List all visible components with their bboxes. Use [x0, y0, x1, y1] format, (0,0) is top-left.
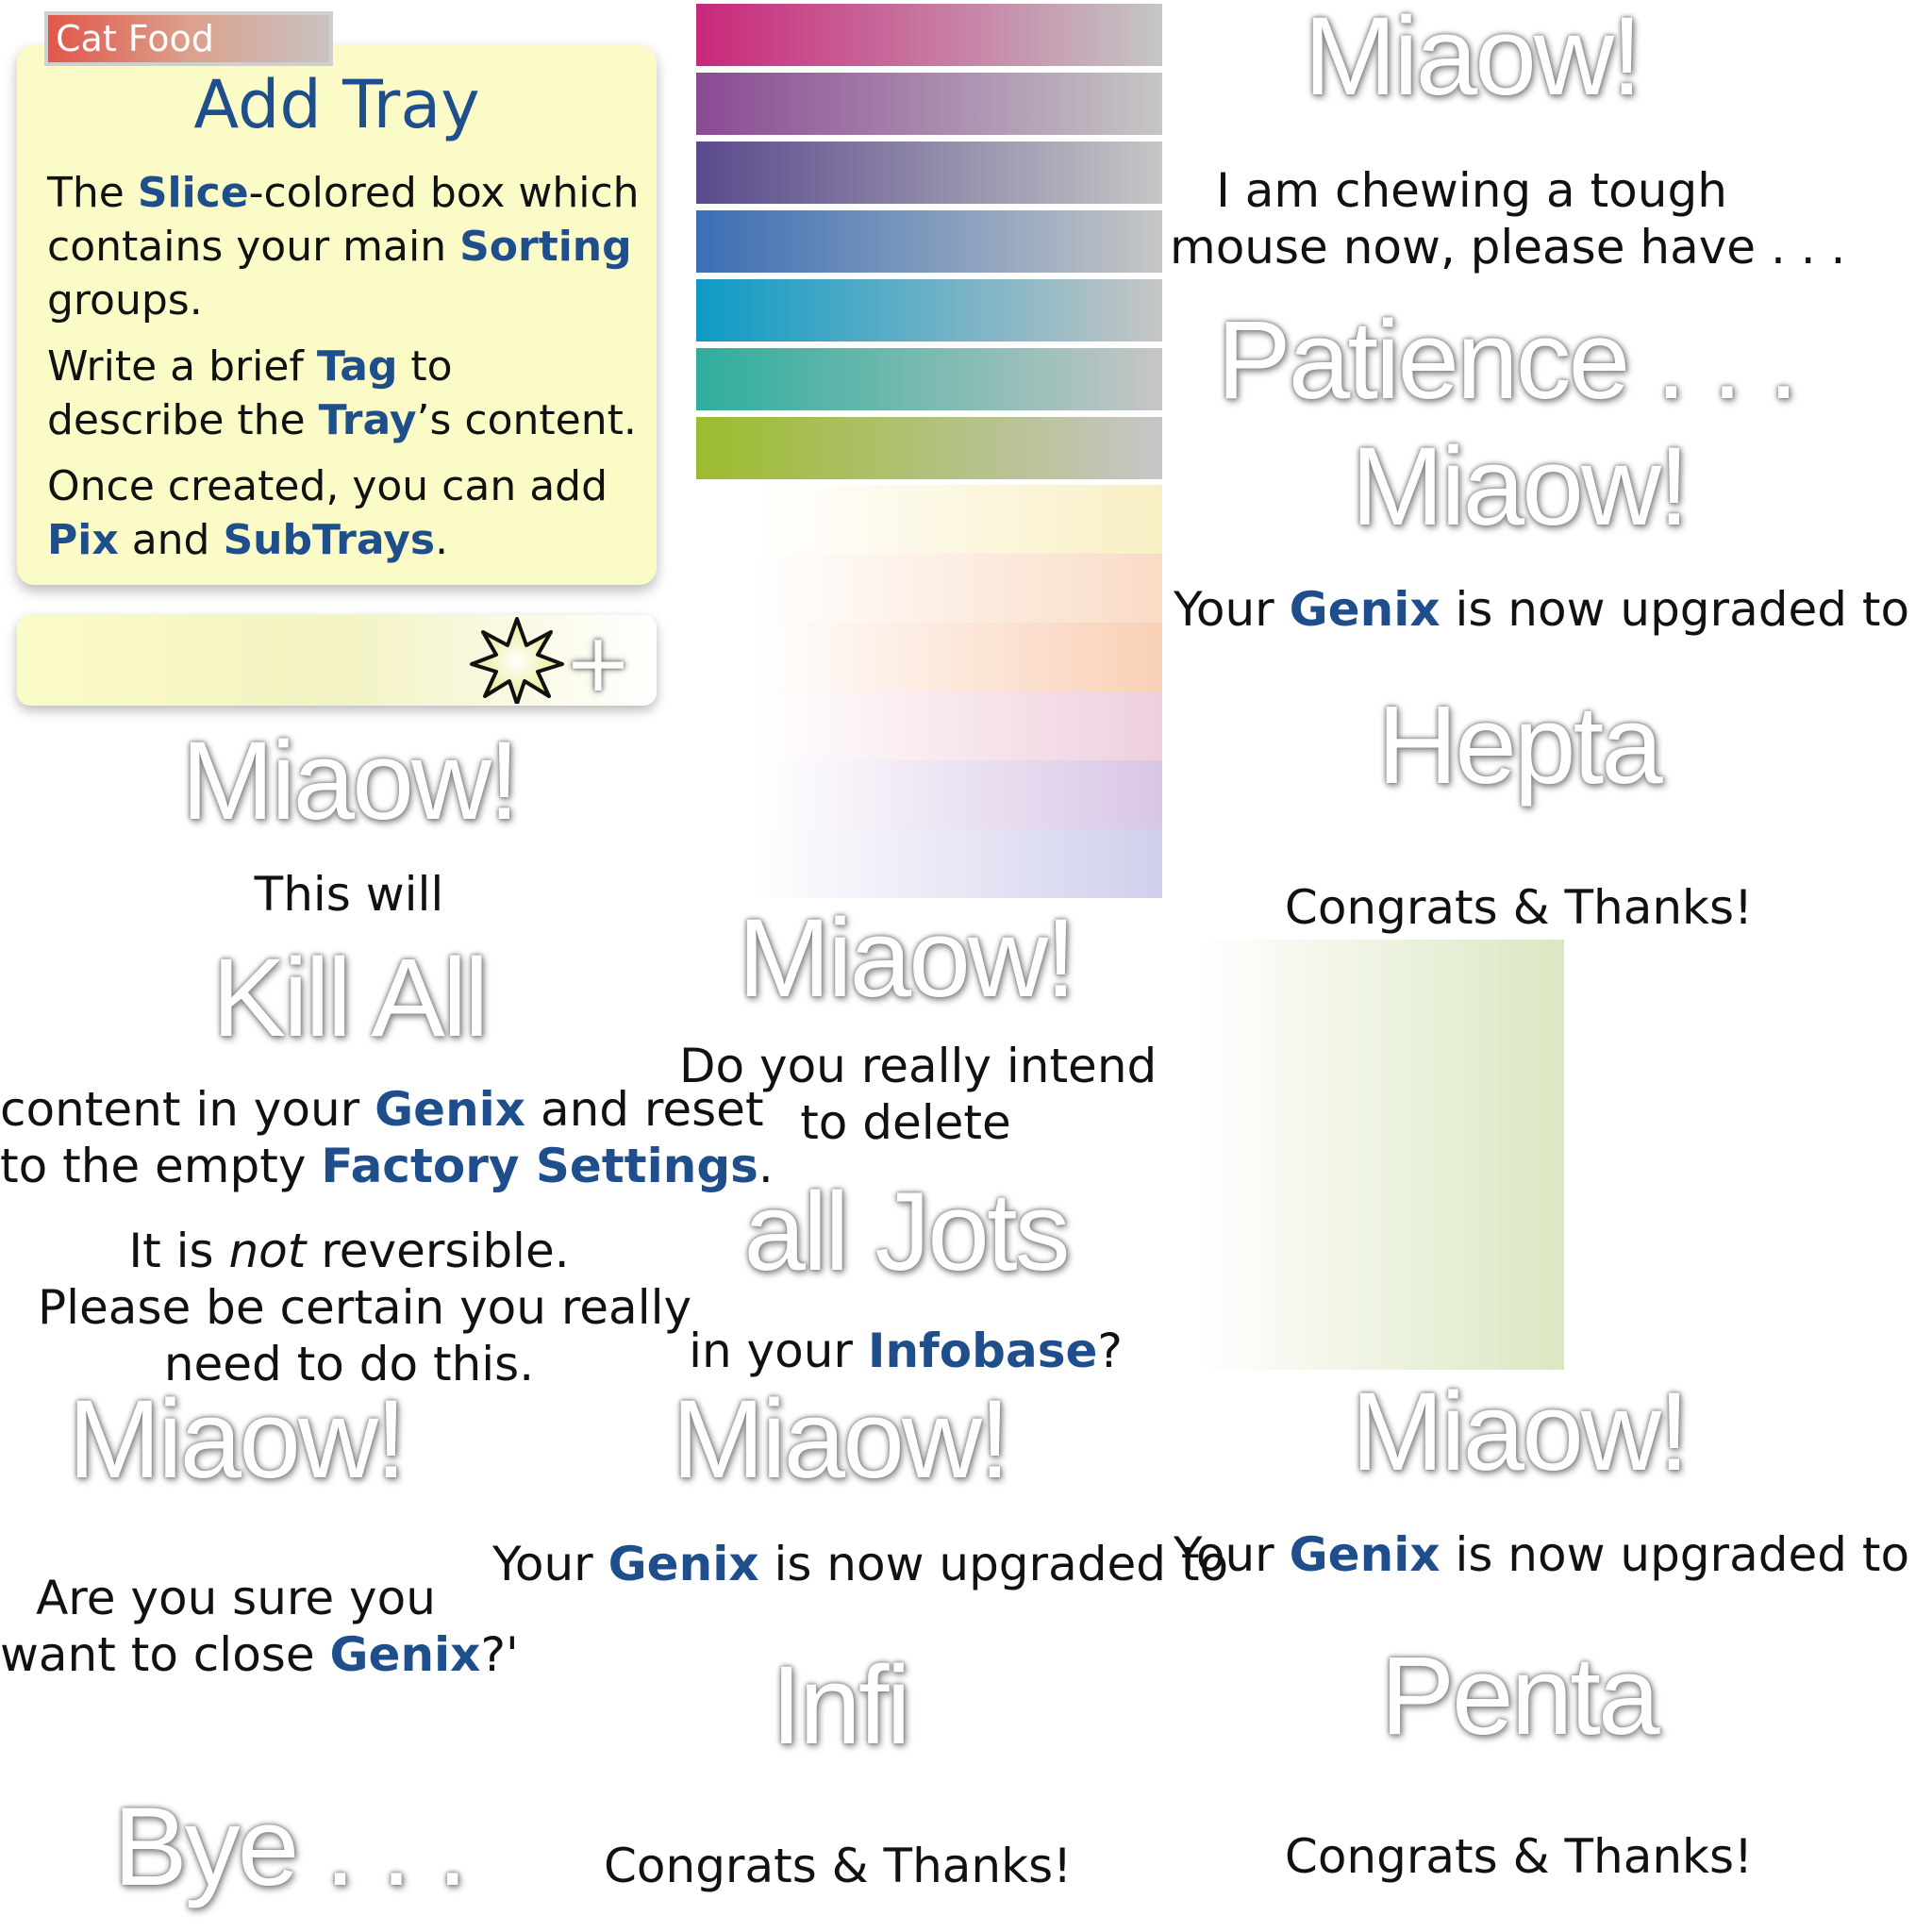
kill-line-2: to the empty Factory Settings. [0, 1138, 774, 1194]
color-swatch [696, 4, 1162, 66]
add-tray-tooltip: Add Tray The Slice-colored box which con… [17, 45, 657, 585]
text: Once created, you can add [47, 462, 608, 510]
text: reversible. [306, 1224, 570, 1278]
text: ’s content. [416, 396, 637, 444]
miaow-banner: Miaow! [1351, 1370, 1690, 1494]
pastel-swatch [755, 485, 1162, 554]
text: in your [689, 1324, 868, 1378]
infi-banner: Infi [771, 1643, 910, 1768]
color-swatch [696, 279, 1162, 341]
text: want to close [0, 1627, 330, 1682]
text: is now upgraded to [1440, 582, 1910, 637]
miaow-banner: Miaow! [738, 896, 1076, 1021]
keyword-pix: Pix [47, 516, 119, 564]
category-tag: Cat Food [44, 11, 333, 66]
text: is now upgraded to [758, 1537, 1229, 1591]
kill-line-1: content in your Genix and reset [0, 1081, 764, 1138]
color-swatch [696, 73, 1162, 135]
patience-banner: Patience . . . [1217, 298, 1799, 423]
keyword-tag: Tag [316, 342, 398, 391]
miaow-banner: Miaow! [1304, 0, 1642, 119]
kill-line-4: Please be certain you really [38, 1280, 692, 1335]
text: ?' [480, 1627, 519, 1682]
bye-line-2: want to close Genix?' [0, 1626, 519, 1683]
keyword-genix: Genix [375, 1082, 526, 1137]
pastel-swatch [755, 829, 1162, 898]
keyword-genix: Genix [329, 1627, 481, 1682]
kill-line-3: It is not reversible. [38, 1223, 660, 1279]
congrats-text: Congrats & Thanks! [1284, 880, 1754, 935]
text: Your [1174, 582, 1290, 637]
kill-intro: This will [254, 867, 444, 922]
keyword-genix: Genix [1289, 1527, 1441, 1582]
keyword-subtrays: SubTrays [223, 516, 436, 564]
tooltip-paragraph-3: Once created, you can add Pix and SubTra… [47, 459, 641, 567]
text: ? [1097, 1324, 1123, 1378]
tooltip-title: Add Tray [193, 66, 480, 143]
keyword-genix: Genix [1289, 582, 1441, 637]
tooltip-paragraph-1: The Slice-colored box which contains you… [47, 166, 641, 327]
keyword-sorting: Sorting [459, 223, 632, 271]
jots-line-1: Do you really intend [679, 1039, 1158, 1093]
text: content in your [0, 1082, 375, 1137]
keyword-tray: Tray [318, 396, 417, 444]
text: . [435, 516, 449, 564]
tooltip-body: The Slice-colored box which contains you… [47, 166, 641, 579]
pastel-swatch [755, 760, 1162, 829]
pastel-swatch [755, 691, 1162, 760]
text: is now upgraded to [1440, 1527, 1910, 1582]
keyword-genix: Genix [608, 1537, 759, 1591]
all-jots-banner: all Jots [743, 1170, 1070, 1294]
text: The [47, 169, 138, 217]
penta-upgrade-text: Your Genix is now upgraded to [1174, 1526, 1909, 1583]
bye-line-1: Are you sure you [36, 1571, 436, 1625]
miaow-banner: Miaow! [181, 719, 520, 843]
keyword-infobase: Infobase [867, 1324, 1098, 1378]
text: to the empty [0, 1139, 322, 1193]
color-swatch [696, 142, 1162, 204]
text: and [118, 516, 224, 564]
emphasis-not: not [228, 1224, 307, 1278]
patience-line-1: I am chewing a tough [1216, 163, 1727, 218]
text: Your [492, 1537, 608, 1591]
text: It is [128, 1224, 229, 1278]
text: Write a brief [47, 342, 317, 391]
color-swatch [696, 417, 1162, 479]
kill-all-banner: Kill All [211, 936, 490, 1060]
color-swatch [696, 210, 1162, 273]
text: Your [1174, 1527, 1290, 1582]
color-swatch [696, 348, 1162, 410]
text: groups. [47, 276, 203, 325]
miaow-banner: Miaow! [68, 1377, 407, 1502]
green-gradient-swatch [1200, 940, 1564, 1370]
jots-line-3: in your Infobase? [679, 1323, 1132, 1379]
pastel-swatch [755, 554, 1162, 623]
pastel-swatch [755, 623, 1162, 691]
penta-banner: Penta [1380, 1634, 1659, 1758]
sparkle-star-icon[interactable] [470, 617, 564, 704]
tooltip-paragraph-2: Write a brief Tag to describe the Tray’s… [47, 340, 641, 447]
hepta-upgrade-text: Your Genix is now upgraded to [1174, 581, 1909, 638]
patience-line-2: mouse now, please have . . . [1170, 220, 1846, 275]
congrats-text: Congrats & Thanks! [604, 1839, 1073, 1893]
congrats-text: Congrats & Thanks! [1284, 1829, 1754, 1884]
infi-upgrade-text: Your Genix is now upgraded to [492, 1536, 1228, 1592]
keyword-slice: Slice [137, 169, 249, 217]
bye-banner: Bye . . . [113, 1785, 468, 1909]
plus-icon[interactable]: + [564, 623, 632, 704]
hepta-banner: Hepta [1377, 683, 1663, 808]
jots-line-2: to delete [800, 1095, 1011, 1150]
miaow-banner: Miaow! [1351, 425, 1690, 549]
miaow-banner: Miaow! [672, 1377, 1010, 1502]
